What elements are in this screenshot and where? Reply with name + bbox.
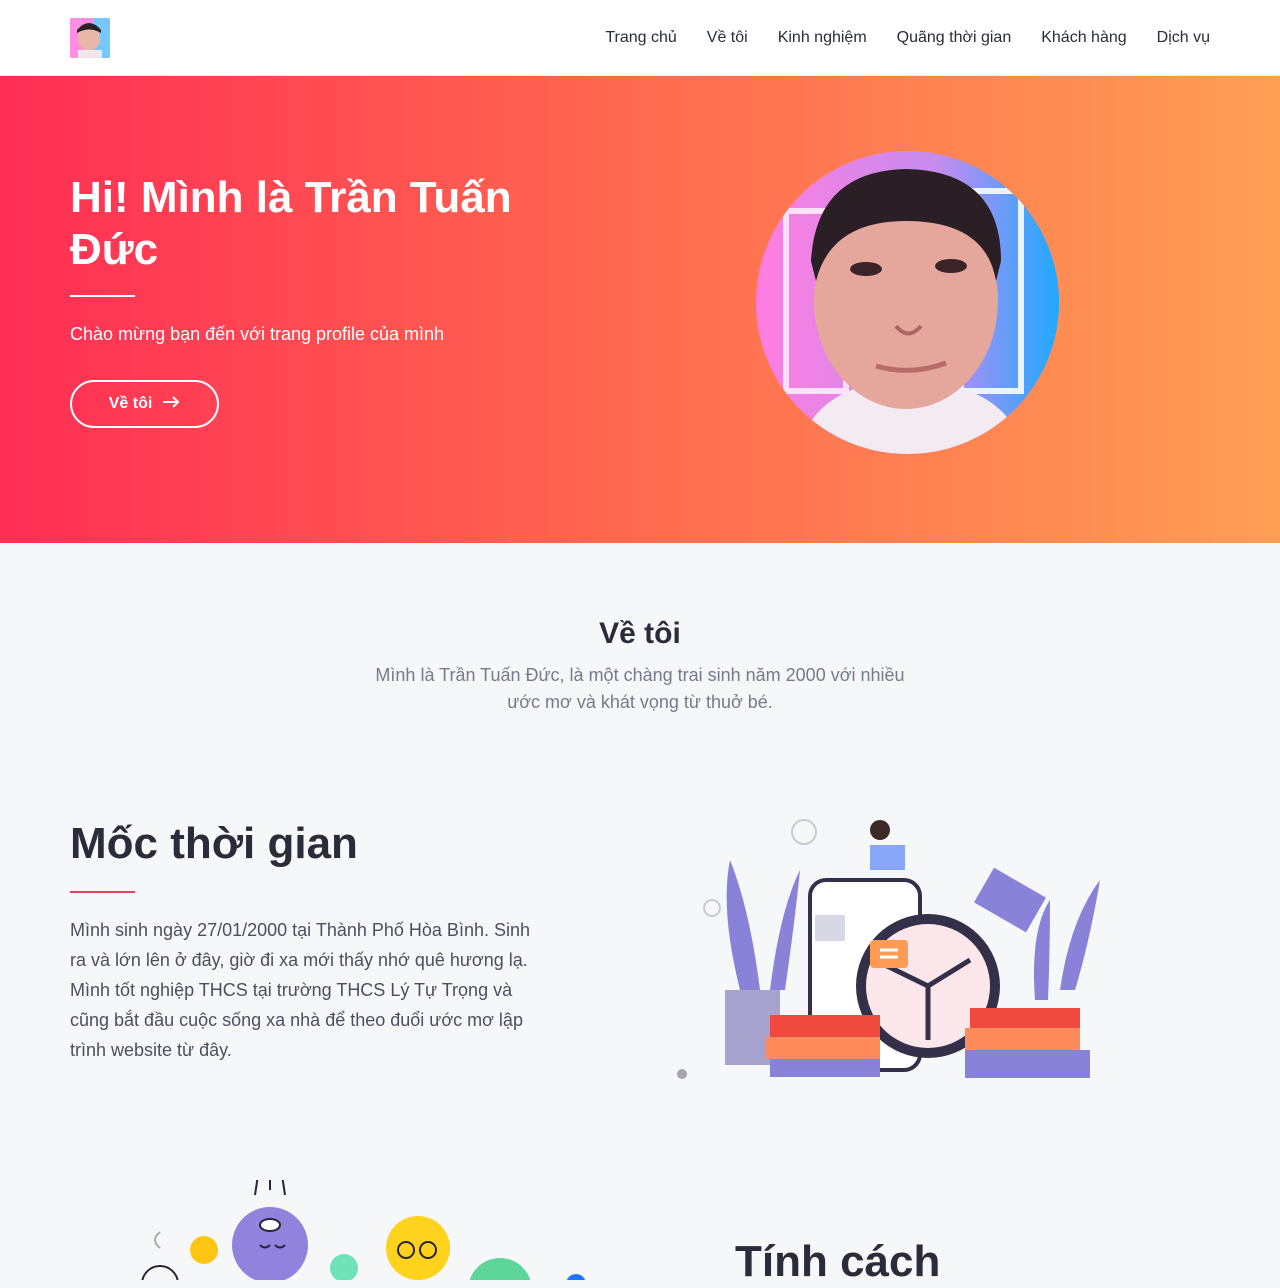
nav-item-timeline[interactable]: Quãng thời gian — [897, 28, 1012, 48]
timeline-divider — [70, 891, 135, 893]
timeline-illustration — [670, 800, 1150, 1100]
hero-section: Hi! Mình là Trần Tuấn Đức Chào mừng bạn … — [0, 76, 1280, 543]
logo-avatar[interactable] — [70, 18, 110, 58]
profile-photo — [756, 151, 1059, 454]
nav-item-about[interactable]: Về tôi — [707, 28, 748, 48]
top-navbar: Trang chủ Về tôi Kinh nghiệm Quãng thời … — [0, 0, 1280, 76]
hero-title: Hi! Mình là Trần Tuấn Đức — [70, 173, 512, 274]
timeline-text: Mình sinh ngày 27/01/2000 tại Thành Phố … — [70, 920, 530, 1060]
nav-item-home[interactable]: Trang chủ — [605, 28, 676, 48]
about-section-text: Mình là Trần Tuấn Đức, là một chàng trai… — [375, 665, 905, 712]
nav-item-experience[interactable]: Kinh nghiệm — [778, 28, 867, 48]
arrow-right-icon — [162, 395, 180, 413]
nav-item-services[interactable]: Dịch vụ — [1157, 28, 1210, 48]
personality-illustration — [120, 1170, 600, 1288]
personality-title: Tính cách — [735, 1237, 941, 1286]
hero-subtitle: Chào mừng bạn đến với trang profile của … — [70, 324, 445, 344]
main-menu: Trang chủ Về tôi Kinh nghiệm Quãng thời … — [605, 28, 1210, 48]
timeline-title: Mốc thời gian — [70, 819, 358, 868]
hero-divider — [70, 295, 135, 297]
about-me-button[interactable]: Về tôi — [70, 380, 219, 428]
about-section-title: Về tôi — [599, 617, 681, 650]
nav-item-clients[interactable]: Khách hàng — [1041, 28, 1126, 48]
about-me-button-label: Về tôi — [108, 395, 153, 412]
